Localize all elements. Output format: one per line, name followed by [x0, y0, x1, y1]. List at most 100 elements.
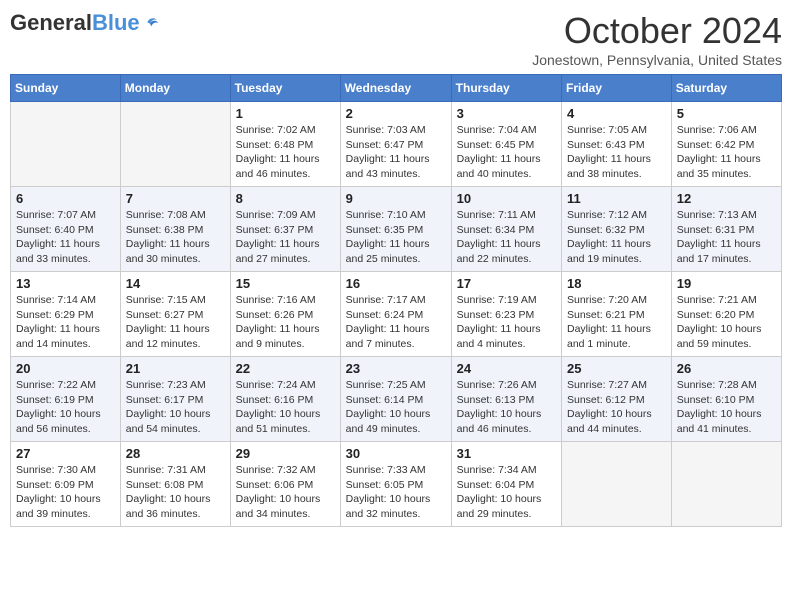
- day-info: Sunrise: 7:07 AMSunset: 6:40 PMDaylight:…: [16, 208, 115, 267]
- calendar-cell: 3Sunrise: 7:04 AMSunset: 6:45 PMDaylight…: [451, 102, 561, 187]
- calendar-cell: 31 Sunrise: 7:34 AMSunset: 6:04 PMDayligh…: [451, 442, 561, 527]
- calendar-cell: 18 Sunrise: 7:20 AMSunset: 6:21 PMDayligh…: [562, 272, 672, 357]
- column-header-thursday: Thursday: [451, 75, 561, 102]
- calendar-cell: 10Sunrise: 7:11 AMSunset: 6:34 PMDayligh…: [451, 187, 561, 272]
- calendar-cell: 14 Sunrise: 7:15 AMSunset: 6:27 PMDayligh…: [120, 272, 230, 357]
- day-number: 27: [16, 446, 115, 461]
- calendar-cell: 22Sunrise: 7:24 AMSunset: 6:16 PMDayligh…: [230, 357, 340, 442]
- calendar-cell: 12Sunrise: 7:13 AMSunset: 6:31 PMDayligh…: [671, 187, 781, 272]
- calendar-cell: [671, 442, 781, 527]
- day-info: Sunrise: 7:08 AMSunset: 6:38 PMDaylight:…: [126, 208, 225, 267]
- day-number: 11: [567, 191, 666, 206]
- day-number: 7: [126, 191, 225, 206]
- title-section: October 2024 Jonestown, Pennsylvania, Un…: [532, 10, 782, 68]
- day-info: Sunrise: 7:23 AMSunset: 6:17 PMDaylight:…: [126, 378, 225, 437]
- calendar-cell: 19 Sunrise: 7:21 AMSunset: 6:20 PMDayligh…: [671, 272, 781, 357]
- calendar-cell: 4Sunrise: 7:05 AMSunset: 6:43 PMDaylight…: [562, 102, 672, 187]
- day-info: Sunrise: 7:31 AMSunset: 6:08 PMDaylight:…: [126, 463, 225, 522]
- calendar-cell: 23 Sunrise: 7:25 AMSunset: 6:14 PMDayligh…: [340, 357, 451, 442]
- day-info: Sunrise: 7:24 AMSunset: 6:16 PMDaylight:…: [236, 378, 335, 437]
- logo-bird-icon: [142, 13, 162, 33]
- calendar-cell: 2 Sunrise: 7:03 AMSunset: 6:47 PMDaylight…: [340, 102, 451, 187]
- day-number: 25: [567, 361, 666, 376]
- day-number: 14: [126, 276, 225, 291]
- day-info: Sunrise: 7:26 AMSunset: 6:13 PMDaylight:…: [457, 378, 556, 437]
- column-header-saturday: Saturday: [671, 75, 781, 102]
- column-header-sunday: Sunday: [11, 75, 121, 102]
- calendar-cell: 7 Sunrise: 7:08 AMSunset: 6:38 PMDaylight…: [120, 187, 230, 272]
- day-info: Sunrise: 7:25 AMSunset: 6:14 PMDaylight:…: [346, 378, 446, 437]
- day-info: Sunrise: 7:27 AMSunset: 6:12 PMDaylight:…: [567, 378, 666, 437]
- calendar-cell: [562, 442, 672, 527]
- day-number: 17: [457, 276, 556, 291]
- day-number: 6: [16, 191, 115, 206]
- calendar-table: SundayMondayTuesdayWednesdayThursdayFrid…: [10, 74, 782, 527]
- day-number: 24: [457, 361, 556, 376]
- calendar-cell: 29Sunrise: 7:32 AMSunset: 6:06 PMDayligh…: [230, 442, 340, 527]
- location-text: Jonestown, Pennsylvania, United States: [532, 52, 782, 68]
- day-info: Sunrise: 7:22 AMSunset: 6:19 PMDaylight:…: [16, 378, 115, 437]
- day-number: 31: [457, 446, 556, 461]
- calendar-cell: 17 Sunrise: 7:19 AMSunset: 6:23 PMDayligh…: [451, 272, 561, 357]
- day-number: 30: [346, 446, 446, 461]
- day-info: Sunrise: 7:30 AMSunset: 6:09 PMDaylight:…: [16, 463, 115, 522]
- month-title: October 2024: [532, 10, 782, 52]
- day-info: Sunrise: 7:05 AMSunset: 6:43 PMDaylight:…: [567, 123, 666, 182]
- calendar-week-row: 1Sunrise: 7:02 AMSunset: 6:48 PMDaylight…: [11, 102, 782, 187]
- day-info: Sunrise: 7:28 AMSunset: 6:10 PMDaylight:…: [677, 378, 776, 437]
- day-info: Sunrise: 7:20 AMSunset: 6:21 PMDaylight:…: [567, 293, 666, 352]
- day-info: Sunrise: 7:03 AMSunset: 6:47 PMDaylight:…: [346, 123, 446, 182]
- day-info: Sunrise: 7:34 AMSunset: 6:04 PMDaylight:…: [457, 463, 556, 522]
- day-number: 8: [236, 191, 335, 206]
- day-number: 13: [16, 276, 115, 291]
- day-info: Sunrise: 7:19 AMSunset: 6:23 PMDaylight:…: [457, 293, 556, 352]
- logo-general-text: General: [10, 10, 92, 36]
- day-info: Sunrise: 7:12 AMSunset: 6:32 PMDaylight:…: [567, 208, 666, 267]
- day-number: 18: [567, 276, 666, 291]
- calendar-cell: 20 Sunrise: 7:22 AMSunset: 6:19 PMDayligh…: [11, 357, 121, 442]
- calendar-week-row: 27 Sunrise: 7:30 AMSunset: 6:09 PMDayligh…: [11, 442, 782, 527]
- column-header-tuesday: Tuesday: [230, 75, 340, 102]
- calendar-cell: 28 Sunrise: 7:31 AMSunset: 6:08 PMDayligh…: [120, 442, 230, 527]
- day-info: Sunrise: 7:17 AMSunset: 6:24 PMDaylight:…: [346, 293, 446, 352]
- calendar-cell: 5Sunrise: 7:06 AMSunset: 6:42 PMDaylight…: [671, 102, 781, 187]
- calendar-cell: 25 Sunrise: 7:27 AMSunset: 6:12 PMDayligh…: [562, 357, 672, 442]
- calendar-cell: 9Sunrise: 7:10 AMSunset: 6:35 PMDaylight…: [340, 187, 451, 272]
- calendar-week-row: 6 Sunrise: 7:07 AMSunset: 6:40 PMDaylight…: [11, 187, 782, 272]
- day-info: Sunrise: 7:13 AMSunset: 6:31 PMDaylight:…: [677, 208, 776, 267]
- calendar-cell: 26Sunrise: 7:28 AMSunset: 6:10 PMDayligh…: [671, 357, 781, 442]
- day-number: 20: [16, 361, 115, 376]
- calendar-cell: 8 Sunrise: 7:09 AMSunset: 6:37 PMDaylight…: [230, 187, 340, 272]
- column-header-monday: Monday: [120, 75, 230, 102]
- day-info: Sunrise: 7:11 AMSunset: 6:34 PMDaylight:…: [457, 208, 556, 267]
- calendar-cell: 27 Sunrise: 7:30 AMSunset: 6:09 PMDayligh…: [11, 442, 121, 527]
- calendar-cell: 13 Sunrise: 7:14 AMSunset: 6:29 PMDayligh…: [11, 272, 121, 357]
- calendar-header-row: SundayMondayTuesdayWednesdayThursdayFrid…: [11, 75, 782, 102]
- day-number: 15: [236, 276, 335, 291]
- day-number: 16: [346, 276, 446, 291]
- day-info: Sunrise: 7:15 AMSunset: 6:27 PMDaylight:…: [126, 293, 225, 352]
- day-number: 23: [346, 361, 446, 376]
- column-header-wednesday: Wednesday: [340, 75, 451, 102]
- day-info: Sunrise: 7:04 AMSunset: 6:45 PMDaylight:…: [457, 123, 556, 182]
- column-header-friday: Friday: [562, 75, 672, 102]
- page-header: GeneralBlue October 2024 Jonestown, Penn…: [10, 10, 782, 68]
- day-info: Sunrise: 7:09 AMSunset: 6:37 PMDaylight:…: [236, 208, 335, 267]
- day-info: Sunrise: 7:33 AMSunset: 6:05 PMDaylight:…: [346, 463, 446, 522]
- day-info: Sunrise: 7:32 AMSunset: 6:06 PMDaylight:…: [236, 463, 335, 522]
- calendar-cell: [120, 102, 230, 187]
- calendar-week-row: 20 Sunrise: 7:22 AMSunset: 6:19 PMDayligh…: [11, 357, 782, 442]
- day-number: 19: [677, 276, 776, 291]
- calendar-cell: [11, 102, 121, 187]
- day-info: Sunrise: 7:21 AMSunset: 6:20 PMDaylight:…: [677, 293, 776, 352]
- logo: GeneralBlue: [10, 10, 162, 36]
- day-number: 1: [236, 106, 335, 121]
- day-number: 28: [126, 446, 225, 461]
- day-number: 9: [346, 191, 446, 206]
- calendar-cell: 24 Sunrise: 7:26 AMSunset: 6:13 PMDayligh…: [451, 357, 561, 442]
- calendar-week-row: 13 Sunrise: 7:14 AMSunset: 6:29 PMDayligh…: [11, 272, 782, 357]
- calendar-cell: 11 Sunrise: 7:12 AMSunset: 6:32 PMDayligh…: [562, 187, 672, 272]
- day-number: 2: [346, 106, 446, 121]
- day-number: 5: [677, 106, 776, 121]
- day-info: Sunrise: 7:14 AMSunset: 6:29 PMDaylight:…: [16, 293, 115, 352]
